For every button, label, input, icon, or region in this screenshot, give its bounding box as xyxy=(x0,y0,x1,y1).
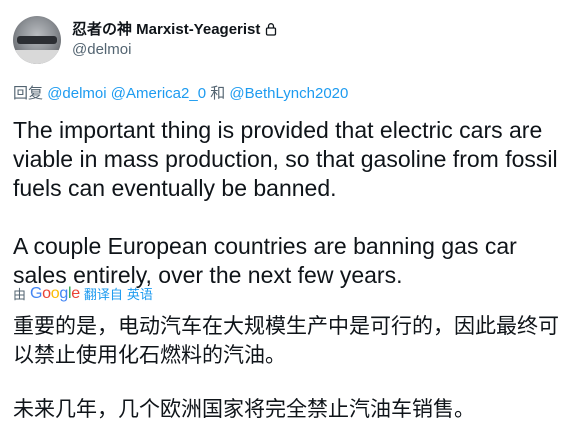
avatar-headband xyxy=(17,36,57,44)
avatar[interactable] xyxy=(13,16,61,64)
source-language[interactable]: 英语 xyxy=(127,284,153,303)
author-name[interactable]: 忍者の神 Marxist-Yeagerist xyxy=(72,18,260,39)
translated-from-label[interactable]: 翻译自 xyxy=(84,284,123,303)
author-name-row: 忍者の神 Marxist-Yeagerist xyxy=(72,18,278,39)
translated-paragraph: 重要的是，电动汽车在大规模生产中是可行的，因此最终可以禁止使用化石燃料的汽油。 xyxy=(13,314,559,367)
reply-prefix: 回复 xyxy=(13,85,44,102)
reply-mention-bethlynch2020[interactable]: @BethLynch2020 xyxy=(229,85,348,102)
tweet-paragraph: A couple European countries are banning … xyxy=(13,233,517,288)
reply-context: 回复 @delmoi @America2_0 和 @BethLynch2020 xyxy=(13,82,348,103)
lock-icon xyxy=(264,22,278,36)
tweet-paragraph: The important thing is provided that ele… xyxy=(13,117,558,201)
translated-text: 重要的是，电动汽车在大规模生产中是可行的，因此最终可以禁止使用化石燃料的汽油。 … xyxy=(13,312,573,424)
avatar-shirt xyxy=(13,50,61,64)
translated-paragraph: 未来几年，几个欧洲国家将完全禁止汽油车销售。 xyxy=(13,397,475,421)
author-handle[interactable]: @delmoi xyxy=(72,41,131,58)
translation-by: 由 xyxy=(13,287,27,302)
translation-attribution: 由 Google 翻译自 英语 xyxy=(13,284,153,303)
tweet-text: The important thing is provided that ele… xyxy=(13,116,573,290)
google-logo: Google xyxy=(30,284,80,302)
reply-mention-delmoi[interactable]: @delmoi xyxy=(47,85,106,102)
tweet: 忍者の神 Marxist-Yeagerist @delmoi 回复 @delmo… xyxy=(0,0,583,434)
reply-and: 和 xyxy=(210,85,226,102)
reply-mention-america2-0[interactable]: @America2_0 xyxy=(111,85,206,102)
